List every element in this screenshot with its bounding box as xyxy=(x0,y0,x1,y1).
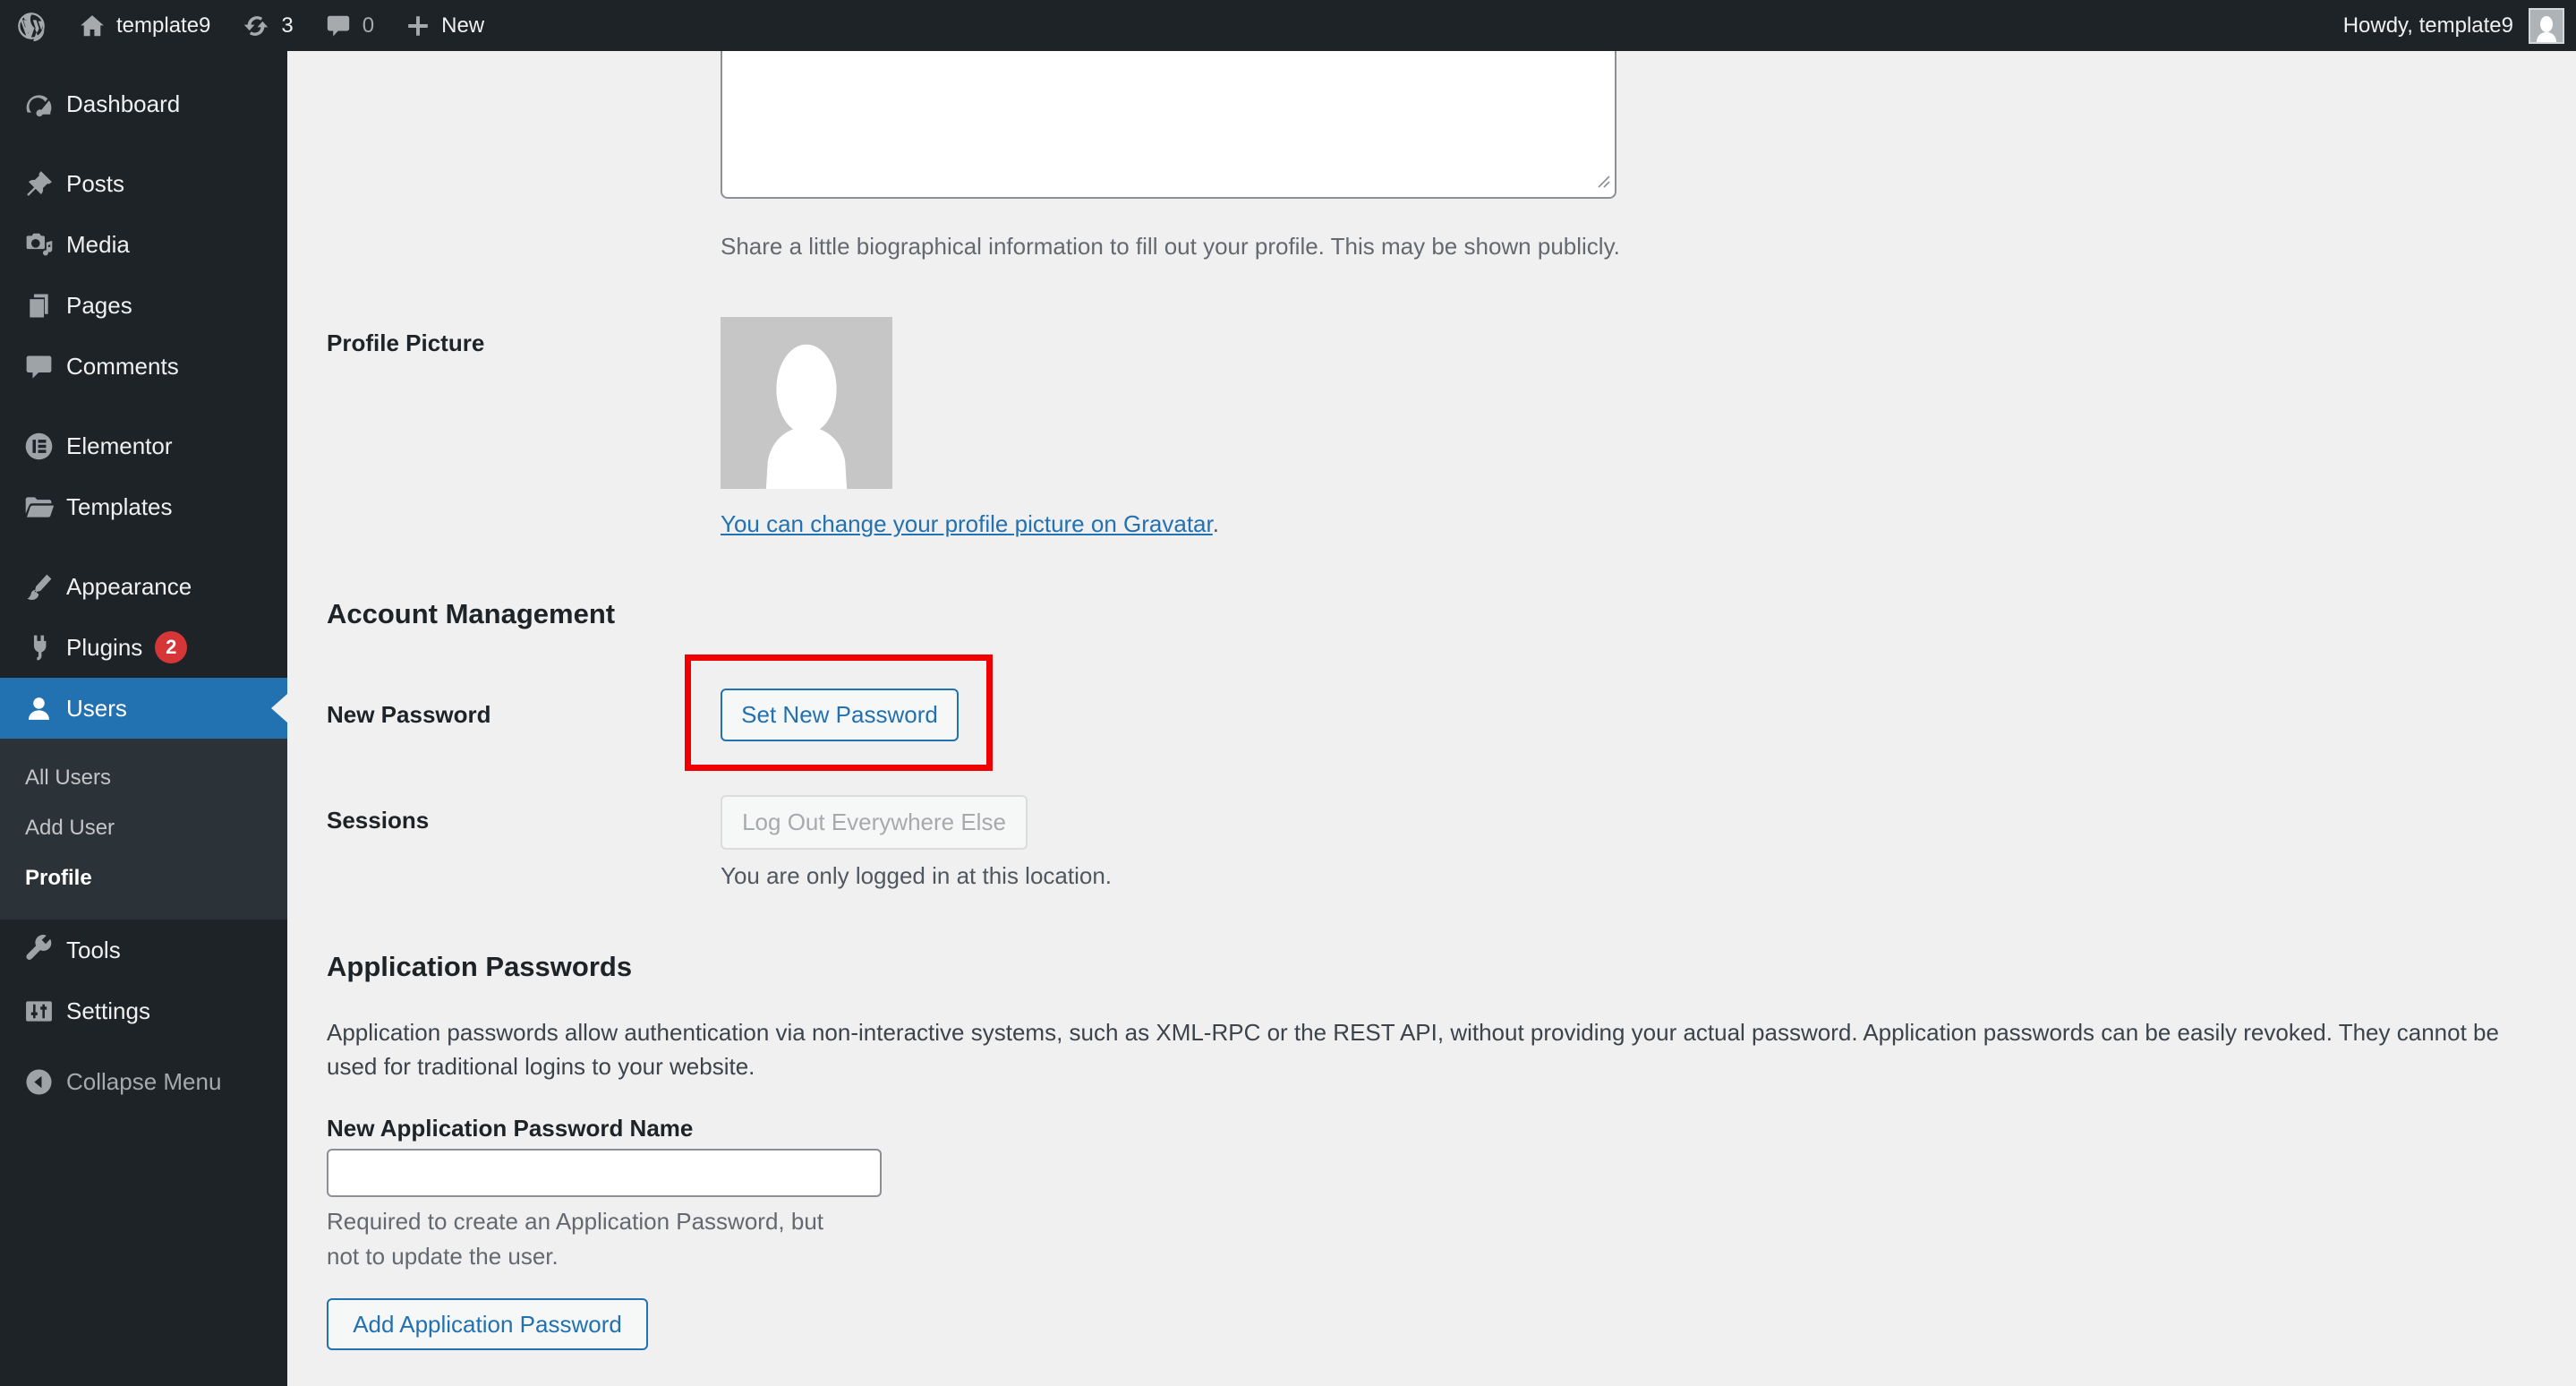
sidebar-label: Comments xyxy=(66,352,179,380)
sidebar-label: Settings xyxy=(66,997,150,1024)
site-name-menu[interactable]: template9 xyxy=(63,0,226,51)
sidebar-label: Tools xyxy=(66,936,121,963)
textarea-resize-handle[interactable] xyxy=(1591,169,1611,193)
plugins-update-badge: 2 xyxy=(155,631,188,663)
home-icon xyxy=(78,12,107,40)
wordpress-logo-icon xyxy=(15,10,47,42)
gravatar-link[interactable]: You can change your profile picture on G… xyxy=(721,510,1213,537)
app-password-helper-text: Required to create an Application Passwo… xyxy=(327,1208,824,1270)
application-passwords-heading: Application Passwords xyxy=(327,951,633,982)
sidebar-label: Plugins xyxy=(66,633,143,661)
sidebar-item-users[interactable]: Users xyxy=(0,678,287,739)
comments-menu[interactable]: 0 xyxy=(309,0,389,51)
application-passwords-description: Application passwords allow authenticati… xyxy=(327,1019,2499,1080)
menu-separator xyxy=(0,537,287,556)
sidebar-label: Templates xyxy=(66,492,173,520)
sidebar-item-pages[interactable]: Pages xyxy=(0,275,287,336)
submenu-item-add-user[interactable]: Add User xyxy=(0,803,287,853)
comments-icon xyxy=(22,350,55,383)
bio-description: Share a little biographical information … xyxy=(721,233,1620,260)
site-name: template9 xyxy=(116,13,211,38)
collapse-arrow-icon xyxy=(22,1065,55,1099)
users-submenu: All Users Add User Profile xyxy=(0,739,287,920)
updates-icon xyxy=(241,11,271,41)
admin-sidebar: Dashboard Posts Media Pages Comments Ele… xyxy=(0,51,287,1386)
sidebar-label: Appearance xyxy=(66,572,192,600)
new-app-password-name-input[interactable] xyxy=(327,1149,882,1197)
submenu-item-all-users[interactable]: All Users xyxy=(0,753,287,803)
sidebar-item-plugins[interactable]: Plugins 2 xyxy=(0,617,287,678)
new-label: New xyxy=(441,13,485,38)
collapse-menu-button[interactable]: Collapse Menu xyxy=(0,1051,287,1112)
sidebar-label: Elementor xyxy=(66,432,173,459)
updates-menu[interactable]: 3 xyxy=(226,0,308,51)
admin-bar: template9 3 0 New Howdy, template9 xyxy=(0,0,2576,51)
users-icon xyxy=(22,692,55,725)
sessions-label: Sessions xyxy=(327,807,430,834)
howdy-text: Howdy, template9 xyxy=(2342,13,2513,38)
sidebar-item-comments[interactable]: Comments xyxy=(0,336,287,397)
menu-separator xyxy=(0,397,287,415)
sidebar-item-media[interactable]: Media xyxy=(0,214,287,275)
updates-count: 3 xyxy=(281,13,294,38)
new-app-password-name-label: New Application Password Name xyxy=(327,1115,694,1142)
plugin-icon xyxy=(22,631,55,664)
sidebar-item-posts[interactable]: Posts xyxy=(0,153,287,214)
elementor-icon xyxy=(22,430,55,463)
dashboard-icon xyxy=(22,88,55,121)
sidebar-item-appearance[interactable]: Appearance xyxy=(0,556,287,617)
sidebar-item-tools[interactable]: Tools xyxy=(0,920,287,980)
menu-separator xyxy=(0,134,287,153)
pages-icon xyxy=(22,289,55,322)
gravatar-period: . xyxy=(1212,510,1219,537)
comment-bubble-icon xyxy=(324,12,353,40)
gravatar-sentence: You can change your profile picture on G… xyxy=(721,510,1219,538)
wp-logo-menu[interactable] xyxy=(0,0,63,51)
sidebar-label: Media xyxy=(66,230,130,258)
comments-count: 0 xyxy=(362,13,375,38)
sidebar-label: Pages xyxy=(66,291,132,319)
sessions-note: You are only logged in at this location. xyxy=(721,862,1113,889)
bio-textarea[interactable] xyxy=(721,51,1616,199)
sidebar-item-dashboard[interactable]: Dashboard xyxy=(0,73,287,134)
new-password-label: New Password xyxy=(327,701,491,728)
pushpin-icon xyxy=(22,167,55,201)
sidebar-item-elementor[interactable]: Elementor xyxy=(0,415,287,476)
account-management-heading: Account Management xyxy=(327,598,616,629)
new-content-menu[interactable]: New xyxy=(389,0,499,51)
sidebar-label: Users xyxy=(66,694,127,722)
add-application-password-button[interactable]: Add Application Password xyxy=(327,1298,648,1350)
sidebar-item-settings[interactable]: Settings xyxy=(0,980,287,1041)
user-avatar-small[interactable] xyxy=(2529,7,2564,44)
paintbrush-icon xyxy=(22,570,55,603)
collapse-label: Collapse Menu xyxy=(66,1067,222,1095)
profile-picture-avatar xyxy=(721,317,892,489)
my-account-menu[interactable]: Howdy, template9 xyxy=(2340,13,2517,38)
submenu-item-profile[interactable]: Profile xyxy=(0,853,287,903)
submenu-label: Profile xyxy=(25,866,92,890)
folder-icon xyxy=(22,491,55,524)
wordpress-profile-page: template9 3 0 New Howdy, template9 Dashb… xyxy=(0,0,2576,1386)
logout-everywhere-button[interactable]: Log Out Everywhere Else xyxy=(721,795,1028,850)
set-new-password-button[interactable]: Set New Password xyxy=(721,689,959,741)
settings-icon xyxy=(22,995,55,1028)
sidebar-item-templates[interactable]: Templates xyxy=(0,476,287,537)
submenu-label: All Users xyxy=(25,766,112,790)
wrench-icon xyxy=(22,934,55,967)
submenu-label: Add User xyxy=(25,816,115,840)
profile-picture-label: Profile Picture xyxy=(327,329,485,356)
media-icon xyxy=(22,228,55,261)
plus-icon xyxy=(405,13,431,39)
sidebar-label: Dashboard xyxy=(66,90,181,117)
sidebar-label: Posts xyxy=(66,169,125,197)
